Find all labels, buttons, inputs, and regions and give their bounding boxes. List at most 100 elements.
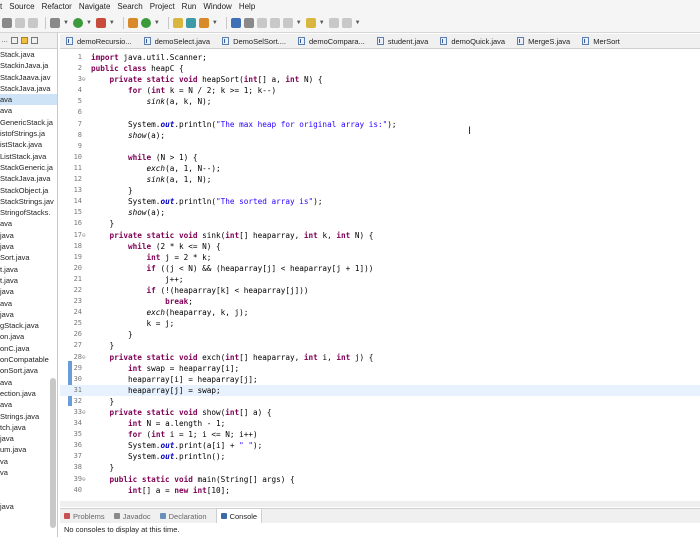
file-item[interactable]: StackStrings.jav	[0, 196, 57, 207]
file-item[interactable]: gStack.java	[0, 320, 57, 331]
code-line[interactable]: 19 int j = 2 * k;	[60, 252, 700, 263]
file-item[interactable]: java	[0, 309, 57, 320]
code-line[interactable]: 29 int swap = heaparray[i];	[60, 363, 700, 374]
file-item[interactable]: onCompatable	[0, 354, 57, 365]
open-type-icon[interactable]	[185, 17, 196, 28]
code-line[interactable]: 38 }	[60, 462, 700, 473]
code-line[interactable]: 7 System.out.println("The max heap for o…	[60, 119, 700, 130]
code-line[interactable]: 16 }	[60, 218, 700, 229]
editor-tab[interactable]: demoSelect.java	[138, 34, 216, 48]
editor-tab[interactable]: MerSort	[576, 34, 626, 48]
file-item[interactable]: StringofStacks.	[0, 207, 57, 218]
code-line[interactable]: 28 ⊖ private static void exch(int[] heapa…	[60, 352, 700, 363]
new-class-icon[interactable]	[140, 17, 151, 28]
file-item[interactable]: StackGeneric.ja	[0, 162, 57, 173]
editor-tab[interactable]: student.java	[371, 34, 434, 48]
code-line[interactable]: 2 public class heapC {	[60, 63, 700, 74]
file-item[interactable]	[0, 490, 57, 501]
menu-item[interactable]: Refactor	[42, 2, 72, 11]
menu-item[interactable]: Source	[9, 2, 34, 11]
file-item[interactable]: t.java	[0, 275, 57, 286]
code-line[interactable]: 13 }	[60, 185, 700, 196]
code-line[interactable]: 10 while (N > 1) {	[60, 152, 700, 163]
back-icon[interactable]	[328, 17, 339, 28]
code-line[interactable]: 14 System.out.println("The sorted array …	[60, 196, 700, 207]
code-line[interactable]: 23 break;	[60, 296, 700, 307]
file-item[interactable]: Sort.java	[0, 252, 57, 263]
code-line[interactable]: 30 heaparray[i] = heaparray[j];	[60, 374, 700, 385]
code-line[interactable]: 6	[60, 107, 700, 118]
bottom-tab-problems[interactable]: Problems	[64, 512, 105, 521]
code-line[interactable]: 20 if ((j < N) && (heaparray[j] < heapar…	[60, 263, 700, 274]
chevron-down-icon[interactable]: ▼	[319, 20, 325, 26]
debug-icon[interactable]	[50, 17, 60, 28]
menu-item[interactable]: Help	[239, 2, 255, 11]
fold-toggle-icon[interactable]: ⊖	[82, 230, 88, 241]
file-item[interactable]: java	[0, 286, 57, 297]
search-icon[interactable]	[230, 17, 241, 28]
minimize-icon[interactable]	[31, 37, 38, 44]
file-item[interactable]: ava	[0, 377, 57, 388]
file-item[interactable]: onC.java	[0, 343, 57, 354]
package-explorer-tab[interactable]: …	[1, 37, 8, 44]
code-line[interactable]: 1 import java.util.Scanner;	[60, 52, 700, 63]
menu-item[interactable]: Navigate	[79, 2, 111, 11]
file-item[interactable]: istofStrings.ja	[0, 128, 57, 139]
code-line[interactable]: 5 sink(a, k, N);	[60, 96, 700, 107]
code-line[interactable]: 31 heaparray[j] = swap;	[60, 384, 700, 396]
code-line[interactable]: 39 ⊖ public static void main(String[] arg…	[60, 474, 700, 485]
editor-tab[interactable]: demoCompara...	[292, 34, 371, 48]
new-icon[interactable]	[2, 17, 12, 28]
file-item[interactable]: StackJava.java	[0, 173, 57, 184]
fold-toggle-icon[interactable]: ⊖	[82, 352, 88, 363]
toggle-block-icon[interactable]	[256, 17, 267, 28]
file-item[interactable]: um.java	[0, 444, 57, 455]
chevron-down-icon[interactable]: ▼	[296, 20, 302, 26]
code-line[interactable]: 22 if (!(heaparray[k] < heaparray[j]))	[60, 285, 700, 296]
file-item[interactable]: java	[0, 433, 57, 444]
file-item[interactable]: java	[0, 241, 57, 252]
code-line[interactable]: 37 System.out.println();	[60, 451, 700, 462]
file-item[interactable]: tch.java	[0, 422, 57, 433]
menu-item[interactable]: Window	[203, 2, 231, 11]
chevron-down-icon[interactable]: ▼	[63, 20, 69, 26]
file-item[interactable]: ListStack.java	[0, 151, 57, 162]
code-line[interactable]: 26 }	[60, 329, 700, 340]
file-item[interactable]: ava	[0, 298, 57, 309]
new-package-icon[interactable]	[127, 17, 138, 28]
file-item[interactable]	[0, 478, 57, 489]
code-line[interactable]: 4 for (int k = N / 2; k >= 1; k--)	[60, 85, 700, 96]
code-line[interactable]: 35 for (int i = 1; i <= N; i++)	[60, 429, 700, 440]
collapse-all-icon[interactable]	[11, 37, 18, 44]
code-line[interactable]: 11 exch(a, 1, N--);	[60, 163, 700, 174]
annotation-next-icon[interactable]	[305, 17, 316, 28]
file-item[interactable]: ava	[0, 218, 57, 229]
code-line[interactable]: 9	[60, 141, 700, 152]
coverage-icon[interactable]	[95, 17, 106, 28]
file-item[interactable]: ava	[0, 94, 57, 106]
code-editor[interactable]: 1 import java.util.Scanner; 2 public class …	[60, 50, 700, 502]
save-icon[interactable]	[15, 17, 25, 28]
code-line[interactable]: 17 ⊖ private static void sink(int[] heapa…	[60, 230, 700, 241]
explorer-scrollbar[interactable]	[50, 378, 56, 528]
file-item[interactable]: ava	[0, 105, 57, 116]
code-line[interactable]: 12 sink(a, 1, N);	[60, 174, 700, 185]
forward-icon[interactable]	[341, 17, 352, 28]
file-item[interactable]: va	[0, 456, 57, 467]
menu-item[interactable]: Search	[117, 2, 142, 11]
file-item[interactable]: java	[0, 230, 57, 241]
file-item[interactable]: on.java	[0, 331, 57, 342]
bottom-tab-console[interactable]: Console	[215, 509, 263, 523]
code-line[interactable]: 40 int[] a = new int[10];	[60, 485, 700, 496]
chevron-down-icon[interactable]: ▼	[212, 20, 218, 26]
code-line[interactable]: 27 }	[60, 340, 700, 351]
menu-item[interactable]: Run	[182, 2, 197, 11]
code-line[interactable]: 24 exch(heaparray, k, j);	[60, 307, 700, 318]
code-line[interactable]: 25 k = j;	[60, 318, 700, 329]
code-line[interactable]: 34 int N = a.length - 1;	[60, 418, 700, 429]
file-item[interactable]: StackObject.ja	[0, 185, 57, 196]
link-editor-icon[interactable]	[21, 37, 28, 44]
chevron-down-icon[interactable]: ▼	[86, 20, 92, 26]
file-item[interactable]: java	[0, 501, 57, 512]
file-item[interactable]: va	[0, 467, 57, 478]
